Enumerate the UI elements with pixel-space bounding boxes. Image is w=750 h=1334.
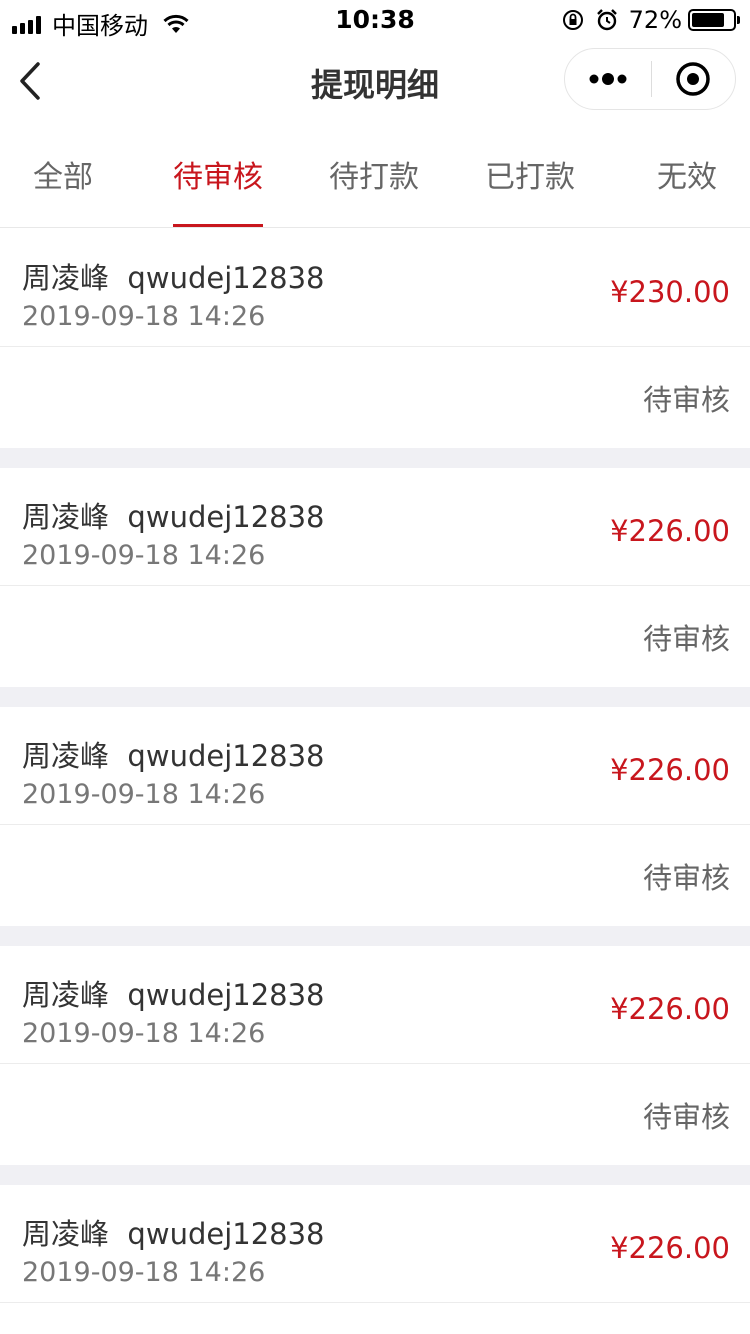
user-name: 周凌峰 qwudej12838 — [22, 500, 325, 534]
user-name: 周凌峰 qwudej12838 — [22, 1217, 325, 1251]
status-label: 待审核 — [642, 622, 730, 656]
card-header: 周凌峰 qwudej12838 2019-09-18 14:26 ¥226.00 — [0, 707, 750, 825]
list-gap — [0, 687, 750, 707]
status-label: 待审核 — [642, 1100, 730, 1134]
amount: ¥226.00 — [610, 1231, 730, 1265]
tab-pending-review[interactable]: 待审核 — [155, 128, 281, 228]
card-footer: 待审核 — [0, 347, 750, 448]
alarm-icon — [596, 9, 617, 31]
card-footer: 待审核 — [0, 825, 750, 926]
list-item[interactable]: 周凌峰 qwudej12838 2019-09-18 14:26 ¥230.00… — [0, 229, 750, 448]
record-time: 2019-09-18 14:26 — [22, 779, 266, 810]
status-bar: 中国移动 10:38 72% — [0, 0, 750, 40]
battery-percent: 72% — [628, 6, 682, 34]
status-label: 待审核 — [642, 383, 730, 417]
active-tab-indicator — [173, 224, 263, 227]
withdrawal-list: 周凌峰 qwudej12838 2019-09-18 14:26 ¥230.00… — [0, 229, 750, 1303]
record-time: 2019-09-18 14:26 — [22, 1257, 266, 1288]
list-item[interactable]: 周凌峰 qwudej12838 2019-09-18 14:26 ¥226.00… — [0, 946, 750, 1165]
list-item[interactable]: 周凌峰 qwudej12838 2019-09-18 14:26 ¥226.00… — [0, 468, 750, 687]
card-footer: 待审核 — [0, 586, 750, 687]
target-close-icon — [676, 62, 710, 96]
list-item[interactable]: 周凌峰 qwudej12838 2019-09-18 14:26 ¥226.00 — [0, 1185, 750, 1303]
more-dots-icon — [589, 73, 627, 85]
card-header: 周凌峰 qwudej12838 2019-09-18 14:26 ¥226.00 — [0, 946, 750, 1064]
amount: ¥226.00 — [610, 514, 730, 548]
more-button[interactable] — [565, 49, 651, 109]
miniprogram-capsule — [564, 48, 736, 110]
amount: ¥226.00 — [610, 992, 730, 1026]
list-gap — [0, 448, 750, 468]
record-time: 2019-09-18 14:26 — [22, 301, 266, 332]
list-gap — [0, 926, 750, 946]
card-header: 周凌峰 qwudej12838 2019-09-18 14:26 ¥226.00 — [0, 1185, 750, 1303]
card-footer: 待审核 — [0, 1064, 750, 1165]
status-label: 待审核 — [642, 861, 730, 895]
battery-icon — [688, 9, 740, 31]
status-tabs: 全部 待审核 待打款 已打款 无效 — [0, 128, 750, 228]
record-time: 2019-09-18 14:26 — [22, 1018, 266, 1049]
record-time: 2019-09-18 14:26 — [22, 540, 266, 571]
rotation-lock-icon — [562, 10, 583, 30]
status-right: 72% — [561, 6, 740, 34]
nav-bar: 提现明细 — [0, 40, 750, 128]
tab-invalid[interactable]: 无效 — [624, 128, 750, 228]
list-item[interactable]: 周凌峰 qwudej12838 2019-09-18 14:26 ¥226.00… — [0, 707, 750, 926]
tab-paid[interactable]: 已打款 — [467, 128, 593, 228]
close-miniprogram-button[interactable] — [652, 49, 736, 109]
card-header: 周凌峰 qwudej12838 2019-09-18 14:26 ¥230.00 — [0, 229, 750, 347]
user-name: 周凌峰 qwudej12838 — [22, 261, 325, 295]
tab-all[interactable]: 全部 — [0, 128, 126, 228]
user-name: 周凌峰 qwudej12838 — [22, 739, 325, 773]
card-header: 周凌峰 qwudej12838 2019-09-18 14:26 ¥226.00 — [0, 468, 750, 586]
tab-pending-payment[interactable]: 待打款 — [311, 128, 437, 228]
amount: ¥226.00 — [610, 753, 730, 787]
amount: ¥230.00 — [610, 275, 730, 309]
user-name: 周凌峰 qwudej12838 — [22, 978, 325, 1012]
list-gap — [0, 1165, 750, 1185]
